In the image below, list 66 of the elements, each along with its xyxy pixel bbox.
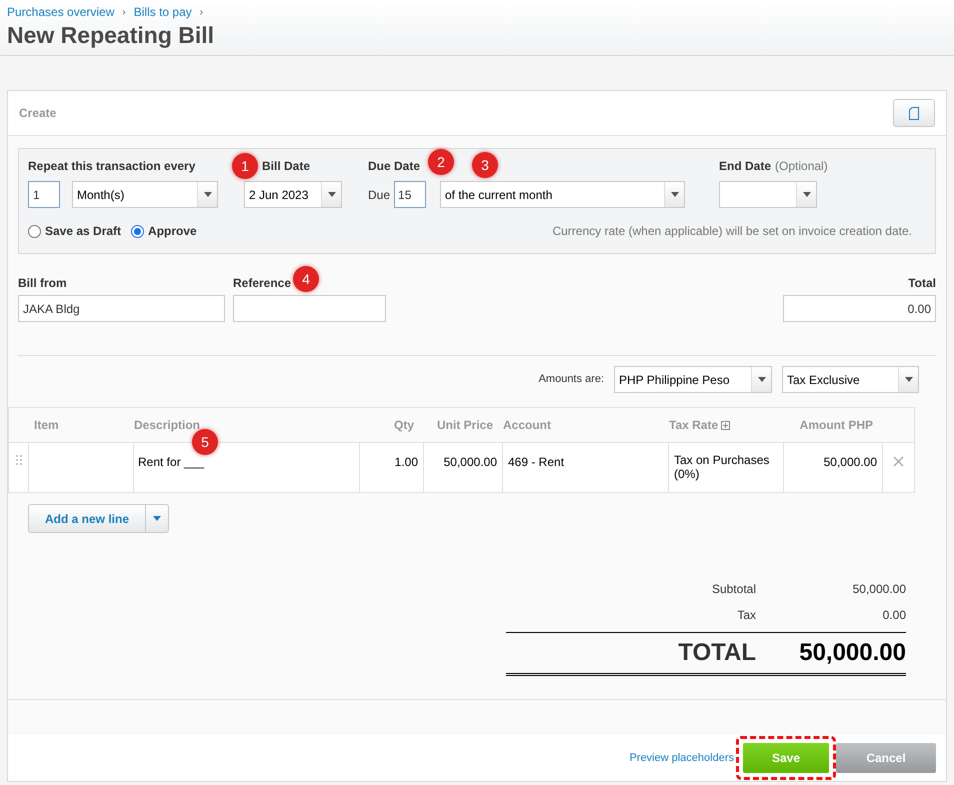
chevron-icon: › — [122, 4, 126, 20]
due-prefix: Due — [368, 186, 390, 204]
field-label: Reference — [233, 275, 292, 292]
chevron-icon: › — [200, 4, 204, 20]
summary-label: Subtotal — [710, 581, 756, 598]
total-field[interactable]: 0.00 — [783, 295, 936, 322]
currency-select[interactable]: PHP Philippine Peso — [614, 366, 772, 393]
total-value: 50,000.00 — [798, 638, 906, 668]
caret-icon — [802, 192, 810, 197]
step-marker: 4 — [293, 266, 319, 292]
caret-icon — [204, 192, 212, 197]
total-label: TOTAL — [677, 638, 756, 668]
document-button[interactable] — [893, 99, 935, 127]
due-option-select[interactable]: of the current month — [440, 181, 685, 208]
plus-box-icon[interactable] — [721, 420, 730, 430]
step-marker: 2 — [428, 149, 454, 175]
reference-field[interactable] — [233, 295, 386, 322]
table-cell: 469 - Rent — [508, 455, 564, 469]
breadcrumb-link[interactable]: Purchases overview — [7, 3, 114, 21]
table-cell: Tax on Purchases (0%) — [674, 453, 770, 481]
breadcrumb-link[interactable]: Bills to pay — [134, 3, 192, 21]
field-label: Bill from — [18, 275, 68, 292]
column-header: Amount PHP — [800, 417, 873, 434]
status-radio[interactable]: Approve — [131, 222, 197, 240]
summary-value: 0.00 — [882, 607, 906, 624]
preview-link[interactable]: Preview placeholders — [629, 750, 734, 766]
drag-handle-icon[interactable] — [16, 455, 22, 465]
tax-mode-select[interactable]: Tax Exclusive — [782, 366, 919, 393]
period-select[interactable]: Month(s) — [72, 181, 218, 208]
column-header: Qty — [394, 417, 414, 434]
caret-icon — [153, 516, 162, 521]
step-marker: 5 — [192, 429, 218, 455]
table-cell: Rent for ___ — [138, 455, 204, 469]
panel-title: Create — [19, 105, 56, 122]
bill-date-select[interactable]: 2 Jun 2023 — [244, 181, 342, 208]
amounts-label: Amounts are: — [538, 372, 604, 388]
page-title: New Repeating Bill — [7, 21, 216, 49]
delete-icon[interactable] — [893, 456, 904, 467]
field-label: Total — [908, 275, 936, 292]
column-header: Unit Price — [436, 417, 493, 434]
field-label: Bill Date — [262, 158, 310, 173]
caret-icon — [670, 192, 678, 197]
table-cell: 50,000.00 — [444, 455, 497, 469]
document-icon — [909, 106, 919, 120]
caret-icon — [328, 192, 336, 197]
currency-note: Currency rate (when applicable) will be set on invoice creation date. — [552, 223, 913, 240]
caret-icon — [904, 377, 912, 382]
field-label: Due Date — [368, 158, 420, 173]
step-marker: 1 — [232, 153, 258, 179]
due-day-field[interactable]: 15 — [394, 181, 426, 208]
optional-hint: (Optional) — [775, 158, 828, 173]
bill-from-field[interactable]: JAKA Bldg — [18, 295, 225, 322]
field-label: Repeat this transaction every — [28, 158, 196, 173]
status-radio[interactable]: Save as Draft — [28, 222, 122, 240]
field-label: End Date — [719, 158, 772, 173]
step-marker: 3 — [472, 152, 498, 178]
table-cell: 50,000.00 — [824, 455, 877, 469]
caret-icon — [758, 377, 766, 382]
end-date-select[interactable] — [719, 181, 817, 208]
table-cell: 1.00 — [394, 455, 418, 469]
summary-label: Tax — [736, 607, 756, 624]
summary-value: 50,000.00 — [852, 581, 906, 598]
column-header: Tax Rate — [669, 417, 718, 434]
column-header: Item — [34, 417, 59, 434]
column-header: Account — [503, 417, 551, 434]
repeat-count-field[interactable]: 1 — [28, 181, 60, 208]
